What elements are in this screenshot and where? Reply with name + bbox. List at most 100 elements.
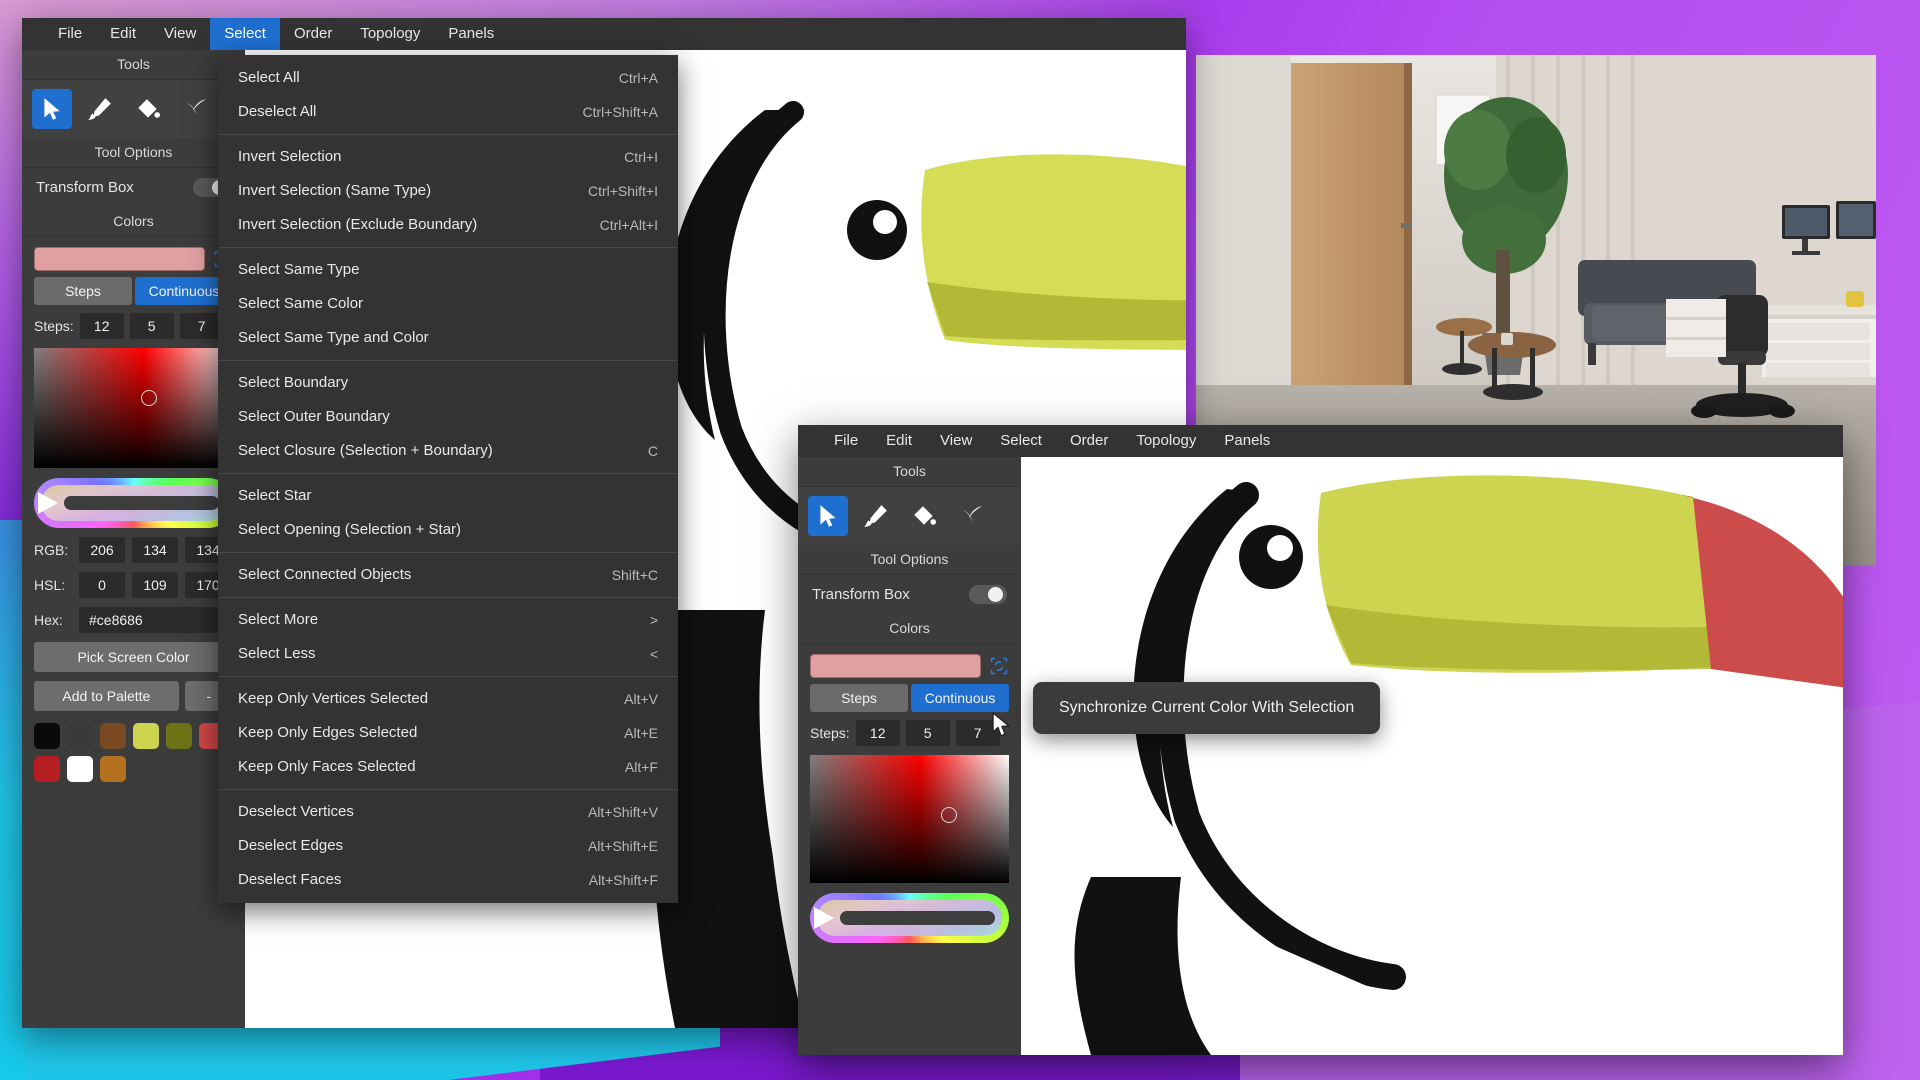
palette-swatch[interactable] — [67, 723, 93, 749]
menu-view-front[interactable]: View — [926, 425, 986, 457]
menu-item-select-boundary[interactable]: Select Boundary — [218, 366, 678, 400]
steps-mode-button[interactable]: Steps — [34, 277, 132, 305]
application-window-front[interactable]: File Edit View Select Order Topology Pan… — [798, 425, 1843, 1055]
menu-item-select-opening[interactable]: Select Opening (Selection + Star) — [218, 513, 678, 547]
menu-panels[interactable]: Panels — [434, 18, 508, 50]
palette-swatches[interactable] — [22, 711, 245, 796]
menu-topology-front[interactable]: Topology — [1122, 425, 1210, 457]
steps-input-2-front[interactable]: 5 — [905, 720, 950, 746]
rgb-row[interactable]: RGB: 206 134 134 — [22, 528, 245, 563]
menu-edit-front[interactable]: Edit — [872, 425, 926, 457]
menu-item-select-more[interactable]: Select More > — [218, 603, 678, 637]
saturation-value-cursor[interactable] — [141, 390, 158, 407]
cursor-select-tool-icon-front[interactable] — [808, 496, 848, 536]
canvas-front[interactable] — [1021, 457, 1843, 1055]
tools-row-front[interactable] — [798, 487, 1021, 545]
steps-mode-button-front[interactable]: Steps — [810, 684, 908, 712]
palette-swatch[interactable] — [133, 723, 159, 749]
palette-swatch[interactable] — [166, 723, 192, 749]
color-mode-segmented[interactable]: Steps Continuous — [22, 277, 245, 313]
hue-slider-widget-front[interactable] — [810, 893, 1009, 943]
palette-swatch[interactable] — [67, 756, 93, 782]
transform-box-option-front[interactable]: Transform Box — [798, 575, 1021, 614]
hue-slider-track-front[interactable] — [840, 911, 995, 925]
menu-item-select-all[interactable]: Select All Ctrl+A — [218, 61, 678, 95]
synchronize-color-icon-front[interactable] — [989, 656, 1009, 676]
menu-item-select-same-color[interactable]: Select Same Color — [218, 287, 678, 321]
palette-swatch[interactable] — [100, 723, 126, 749]
saturation-value-picker-front[interactable] — [810, 755, 1009, 883]
menu-item-select-closure[interactable]: Select Closure (Selection + Boundary) C — [218, 434, 678, 468]
hsl-h-field[interactable]: 0 — [79, 572, 125, 598]
current-color-swatch[interactable] — [34, 247, 205, 271]
menu-select[interactable]: Select — [210, 18, 280, 50]
palette-swatch[interactable] — [34, 723, 60, 749]
menu-file-front[interactable]: File — [820, 425, 872, 457]
current-color-row[interactable] — [22, 237, 245, 277]
rgb-r-field[interactable]: 206 — [79, 537, 125, 563]
palette-buttons-row[interactable]: Add to Palette - — [34, 681, 233, 711]
menu-item-invert-selection[interactable]: Invert Selection Ctrl+I — [218, 140, 678, 174]
steps-row-front[interactable]: Steps: 12 5 7 — [798, 720, 1021, 755]
cursor-select-tool-icon[interactable] — [32, 89, 72, 129]
steps-input-1-front[interactable]: 12 — [855, 720, 900, 746]
select-dropdown-menu[interactable]: Select All Ctrl+A Deselect All Ctrl+Shif… — [218, 55, 678, 903]
hue-slider-track[interactable] — [64, 496, 219, 510]
pen-draw-tool-icon[interactable] — [80, 89, 120, 129]
lasso-tool-icon-front[interactable] — [952, 496, 992, 536]
hsl-s-field[interactable]: 109 — [132, 572, 178, 598]
current-color-row-front[interactable] — [798, 644, 1021, 684]
steps-input-2[interactable]: 5 — [129, 313, 174, 339]
menubar-front[interactable]: File Edit View Select Order Topology Pan… — [798, 425, 1843, 457]
menu-item-keep-only-faces-selected[interactable]: Keep Only Faces Selected Alt+F — [218, 750, 678, 784]
menu-item-deselect-all[interactable]: Deselect All Ctrl+Shift+A — [218, 95, 678, 129]
lasso-tool-icon[interactable] — [176, 89, 216, 129]
steps-input-1[interactable]: 12 — [79, 313, 124, 339]
menu-view[interactable]: View — [150, 18, 210, 50]
continuous-mode-button-front[interactable]: Continuous — [911, 684, 1009, 712]
menu-item-keep-only-vertices-selected[interactable]: Keep Only Vertices Selected Alt+V — [218, 682, 678, 716]
menu-item-select-same-type-and-color[interactable]: Select Same Type and Color — [218, 321, 678, 355]
menu-item-invert-selection-exclude-boundary[interactable]: Invert Selection (Exclude Boundary) Ctrl… — [218, 208, 678, 242]
menu-topology[interactable]: Topology — [346, 18, 434, 50]
menu-item-select-star[interactable]: Select Star — [218, 479, 678, 513]
hue-slider-handle[interactable] — [38, 492, 58, 514]
menu-item-select-connected-objects[interactable]: Select Connected Objects Shift+C — [218, 558, 678, 592]
hex-row[interactable]: Hex: #ce8686 — [22, 598, 245, 633]
menu-item-deselect-edges[interactable]: Deselect Edges Alt+Shift+E — [218, 829, 678, 863]
menu-item-invert-selection-same-type[interactable]: Invert Selection (Same Type) Ctrl+Shift+… — [218, 174, 678, 208]
hsl-row[interactable]: HSL: 0 109 170 — [22, 563, 245, 598]
menu-order[interactable]: Order — [280, 18, 346, 50]
pick-screen-color-button[interactable]: Pick Screen Color — [34, 642, 233, 672]
pen-draw-tool-icon-front[interactable] — [856, 496, 896, 536]
menu-item-keep-only-edges-selected[interactable]: Keep Only Edges Selected Alt+E — [218, 716, 678, 750]
saturation-value-cursor-front[interactable] — [941, 807, 958, 824]
menu-order-front[interactable]: Order — [1056, 425, 1122, 457]
paint-bucket-tool-icon[interactable] — [128, 89, 168, 129]
tools-row[interactable] — [22, 80, 245, 138]
menu-file[interactable]: File — [44, 18, 96, 50]
menu-item-select-outer-boundary[interactable]: Select Outer Boundary — [218, 400, 678, 434]
menu-item-deselect-vertices[interactable]: Deselect Vertices Alt+Shift+V — [218, 795, 678, 829]
menu-item-select-less[interactable]: Select Less < — [218, 637, 678, 671]
add-to-palette-button[interactable]: Add to Palette — [34, 681, 179, 711]
color-mode-segmented-front[interactable]: Steps Continuous — [798, 684, 1021, 720]
paint-bucket-tool-icon-front[interactable] — [904, 496, 944, 536]
steps-row[interactable]: Steps: 12 5 7 — [22, 313, 245, 348]
menu-select-front[interactable]: Select — [986, 425, 1056, 457]
menu-panels-front[interactable]: Panels — [1210, 425, 1284, 457]
hex-field[interactable]: #ce8686 — [79, 607, 233, 633]
current-color-swatch-front[interactable] — [810, 654, 981, 678]
palette-swatch[interactable] — [100, 756, 126, 782]
hue-slider-handle-front[interactable] — [814, 907, 834, 929]
menu-edit[interactable]: Edit — [96, 18, 150, 50]
transform-box-option[interactable]: Transform Box — [22, 168, 245, 207]
saturation-value-picker[interactable] — [34, 348, 233, 468]
hue-slider-widget[interactable] — [34, 478, 233, 528]
menubar-back[interactable]: File Edit View Select Order Topology Pan… — [22, 18, 1186, 50]
menu-item-deselect-faces[interactable]: Deselect Faces Alt+Shift+F — [218, 863, 678, 897]
palette-swatch[interactable] — [34, 756, 60, 782]
menu-item-select-same-type[interactable]: Select Same Type — [218, 253, 678, 287]
transform-box-toggle-front[interactable] — [969, 585, 1007, 604]
rgb-g-field[interactable]: 134 — [132, 537, 178, 563]
